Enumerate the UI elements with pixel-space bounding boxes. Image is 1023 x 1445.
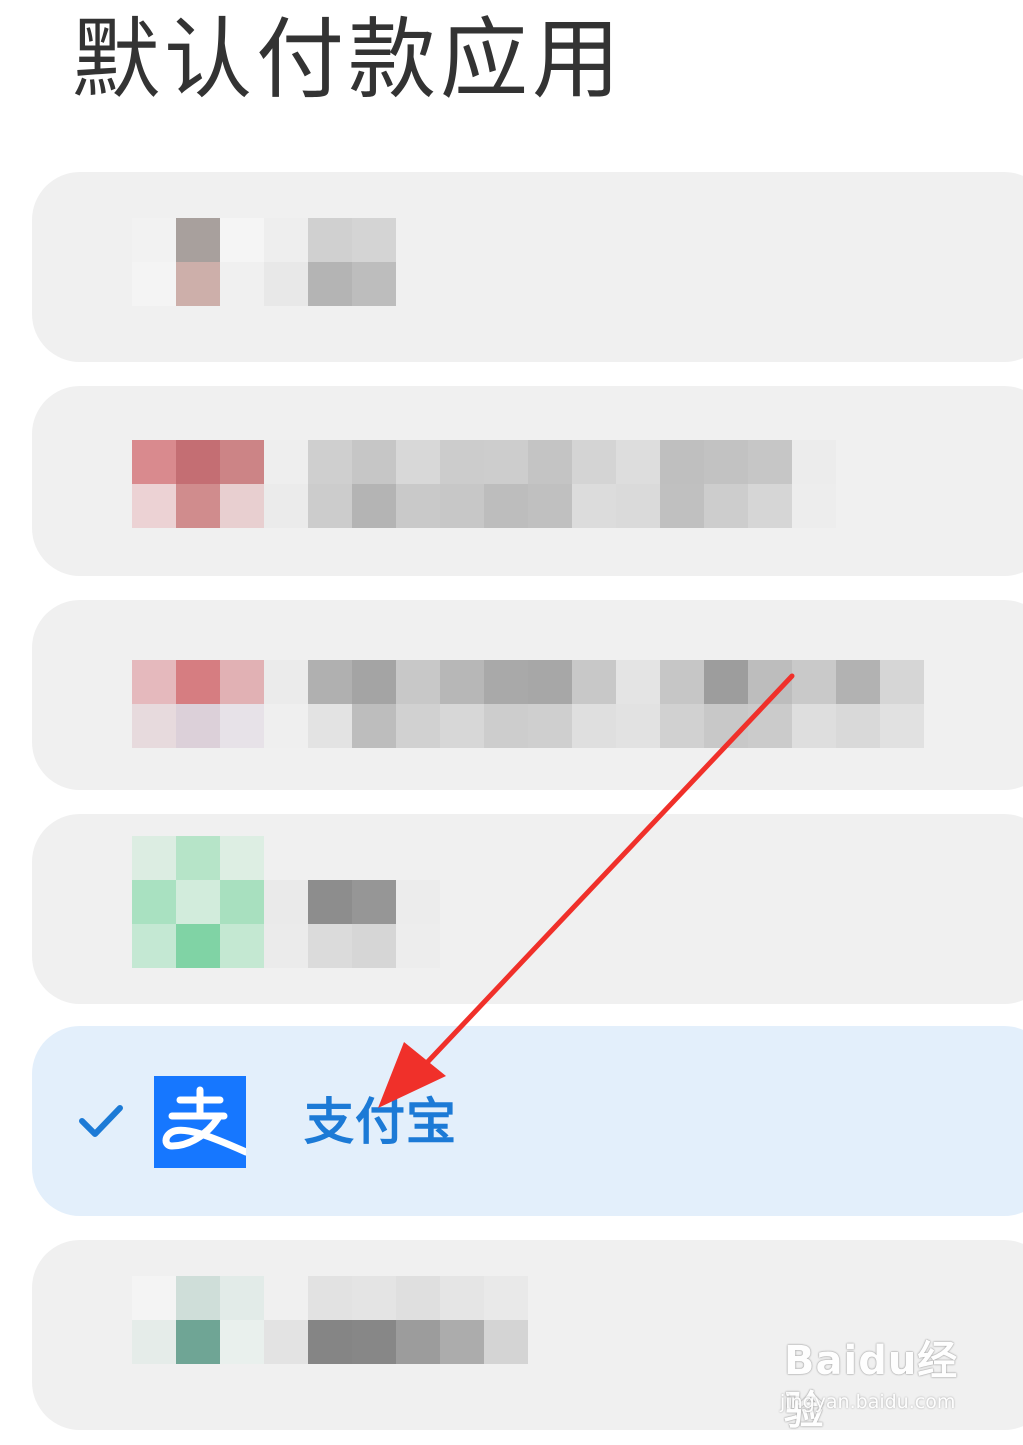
payment-app-option-2[interactable] [32, 386, 1023, 576]
app-name-label: 支付宝 [304, 1093, 457, 1151]
page-title: 默认付款应用 [72, 8, 625, 111]
watermark-brand: Baidu经验 [784, 1338, 959, 1434]
payment-app-option-alipay[interactable]: 支付宝 [32, 1026, 1023, 1216]
alipay-logo-icon [154, 1076, 246, 1168]
payment-app-option-3[interactable] [32, 600, 1023, 790]
baidu-jingyan-watermark: Baidu经验 jingyan.baidu.com [780, 1330, 980, 1434]
payment-app-option-1[interactable] [32, 172, 1023, 362]
check-icon [79, 1105, 123, 1137]
watermark-url: jingyan.baidu.com [780, 1391, 956, 1413]
payment-app-option-4[interactable] [32, 814, 1023, 1004]
